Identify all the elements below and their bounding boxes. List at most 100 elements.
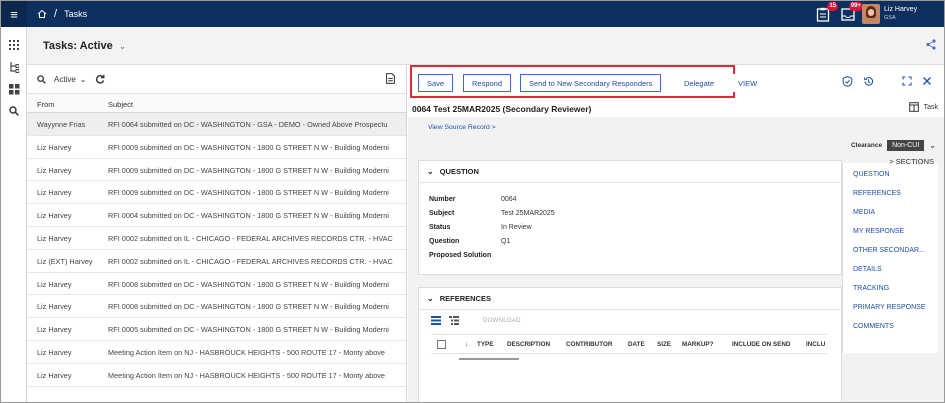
list-item[interactable]: Liz Harvey RFI 0005 submitted on DC - WAS… [27, 318, 406, 341]
section-link[interactable]: REFERENCES [853, 190, 901, 197]
column-header-type[interactable]: TYPE [477, 341, 493, 348]
expand-icon[interactable] [902, 76, 912, 86]
list-item[interactable]: Liz Harvey RFI 0004 submitted on DC - WAS… [27, 204, 406, 227]
messages-button[interactable]: 99+ [839, 2, 863, 23]
tree-view-icon[interactable] [449, 316, 459, 325]
apps-grid-icon[interactable] [1, 35, 27, 55]
list-item[interactable]: Wayynne Frias RFI 0064 submitted on DC - … [27, 113, 406, 136]
row-subject: RFI 0064 submitted on DC - WASHINGTON - … [108, 120, 388, 129]
section-link[interactable]: MY RESPONSE [853, 228, 904, 235]
column-header-include-on-send[interactable]: INCLUDE ON SEND [732, 341, 790, 348]
column-header-markup[interactable]: MARKUP? [682, 341, 713, 348]
list-item[interactable]: Liz Harvey Meeting Action Item on NJ - HA… [27, 341, 406, 364]
list-item[interactable]: Liz Harvey RFI 0008 submitted on DC - WAS… [27, 273, 406, 296]
status-filter-label: Active [54, 74, 76, 84]
question-section-header[interactable]: ⌄ QUESTION [419, 161, 841, 183]
delegate-button[interactable]: Delegate [676, 74, 723, 92]
save-button[interactable]: Save [418, 74, 454, 92]
export-document-icon[interactable] [386, 73, 395, 84]
column-header-subject[interactable]: Subject [108, 100, 133, 109]
select-all-checkbox[interactable] [437, 340, 446, 349]
detail-content: View Source Record > Clearance Non-CUI ⌄… [408, 117, 944, 402]
section-link[interactable]: MEDIA [853, 209, 875, 216]
question-value: Q1 [501, 238, 511, 245]
hamburger-menu-icon[interactable]: ≡ [1, 1, 27, 27]
column-header-date[interactable]: DATE [628, 341, 645, 348]
user-org: GSA [884, 15, 896, 21]
row-subject: RFI 0009 submitted on DC - WASHINGTON - … [108, 188, 389, 198]
proposed-solution-label: Proposed Solution [429, 252, 492, 259]
notifications-button[interactable]: 15 [814, 2, 838, 23]
share-icon[interactable] [926, 39, 936, 50]
section-link[interactable]: DETAILS [853, 266, 882, 273]
list-item[interactable]: Liz Harvey RFI 0009 submitted on DC - WAS… [27, 159, 406, 182]
row-from: Liz Harvey [37, 188, 72, 198]
respond-button[interactable]: Respond [463, 74, 512, 92]
row-from: Liz Harvey [37, 142, 72, 152]
list-item[interactable]: Liz Harvey RFI 0009 submitted on DC - WAS… [27, 136, 406, 159]
breadcrumb-current[interactable]: Tasks [64, 9, 87, 19]
view-button[interactable]: VIEW [730, 74, 766, 92]
list-view-icon[interactable] [431, 316, 441, 325]
page-title: Tasks: Active [43, 40, 113, 52]
user-name: Liz Harvey [884, 6, 918, 13]
section-link[interactable]: PRIMARY RESPONSE [853, 304, 926, 311]
clearance-selector[interactable]: Clearance Non-CUI ⌄ [851, 140, 936, 151]
horizontal-scrollbar[interactable] [459, 358, 519, 360]
send-secondary-responders-button[interactable]: Send to New Secondary Responders [520, 74, 662, 92]
chevron-down-icon: ⌄ [929, 141, 936, 150]
column-header-description[interactable]: DESCRIPTION [507, 341, 550, 348]
download-button[interactable]: DOWNLOAD [483, 318, 521, 324]
verify-badge-icon[interactable] [842, 76, 853, 87]
column-header-incl[interactable]: INCLU [806, 341, 825, 348]
row-from: Liz Harvey [37, 370, 72, 380]
app-window: ≡ / Tasks 15 99+ Liz Harvey GSA Tasks: A… [0, 0, 945, 403]
status-filter-dropdown[interactable]: Active ⌄ [54, 75, 87, 84]
chevron-down-icon: ⌄ [427, 167, 434, 176]
view-source-record-link[interactable]: View Source Record > [428, 124, 496, 131]
close-icon[interactable] [922, 76, 932, 86]
sections-toggle[interactable]: > SECTIONS [889, 157, 934, 166]
list-item[interactable]: Liz Harvey RFI 0009 submitted on DC - WAS… [27, 181, 406, 205]
avatar[interactable] [862, 4, 880, 24]
row-from: Wayynne Frias [37, 120, 86, 129]
page-title-dropdown[interactable]: Tasks: Active ⌄ [43, 40, 126, 52]
section-link[interactable]: TRACKING [853, 285, 889, 292]
question-section: ⌄ QUESTION Number 0064 Subject Test 25MA… [418, 160, 842, 275]
dashboard-icon[interactable] [1, 79, 27, 99]
status-value: In Review [501, 224, 532, 231]
column-header-from[interactable]: From [37, 100, 55, 109]
section-link[interactable]: QUESTION [853, 171, 890, 178]
row-from: Liz (EXT) Harvey [37, 256, 93, 266]
history-icon[interactable] [863, 76, 874, 87]
column-header-size[interactable]: SIZE [657, 341, 671, 348]
sort-arrow-icon[interactable]: ↓ [465, 341, 468, 348]
row-subject: RFI 0005 submitted on DC - WASHINGTON - … [108, 325, 389, 335]
section-link[interactable]: OTHER SECONDAR... [853, 247, 925, 254]
notifications-badge: 15 [827, 2, 838, 11]
row-subject: RFI 0002 submitted on IL - CHICAGO - FED… [108, 233, 393, 243]
clearance-label: Clearance [850, 142, 883, 149]
list-item[interactable]: Liz Harvey Meeting Action Item on NJ - HA… [27, 364, 406, 387]
list-item[interactable]: Liz Harvey RFI 0002 submitted on IL - CHI… [27, 227, 406, 250]
section-link[interactable]: COMMENTS [853, 323, 894, 330]
hierarchy-icon[interactable] [1, 57, 27, 77]
references-section-header[interactable]: ⌄ REFERENCES [419, 288, 841, 310]
row-subject: Meeting Action Item on NJ - HASBROUCK HE… [108, 347, 385, 357]
references-toolbar: DOWNLOAD [431, 316, 521, 325]
chevron-down-icon: ⌄ [118, 40, 127, 51]
refresh-icon[interactable] [95, 74, 105, 84]
task-list: Wayynne Frias RFI 0064 submitted on DC - … [27, 113, 406, 387]
subject-value: Test 25MAR2025 [501, 210, 555, 217]
list-item[interactable]: Liz (EXT) Harvey RFI 0002 submitted on IL… [27, 250, 406, 273]
search-icon[interactable] [37, 74, 46, 84]
column-header-contributor[interactable]: CONTRIBUTOR [566, 341, 612, 348]
list-item[interactable]: Liz Harvey RFI 0008 submitted on DC - WAS… [27, 295, 406, 319]
list-header: From Subject [27, 93, 406, 113]
row-from: Liz Harvey [37, 302, 72, 312]
row-from: Liz Harvey [37, 165, 72, 175]
user-menu[interactable]: Liz Harvey GSA [884, 6, 917, 22]
home-icon[interactable] [37, 9, 47, 19]
task-label: Task [923, 103, 938, 111]
search-icon[interactable] [1, 101, 27, 121]
